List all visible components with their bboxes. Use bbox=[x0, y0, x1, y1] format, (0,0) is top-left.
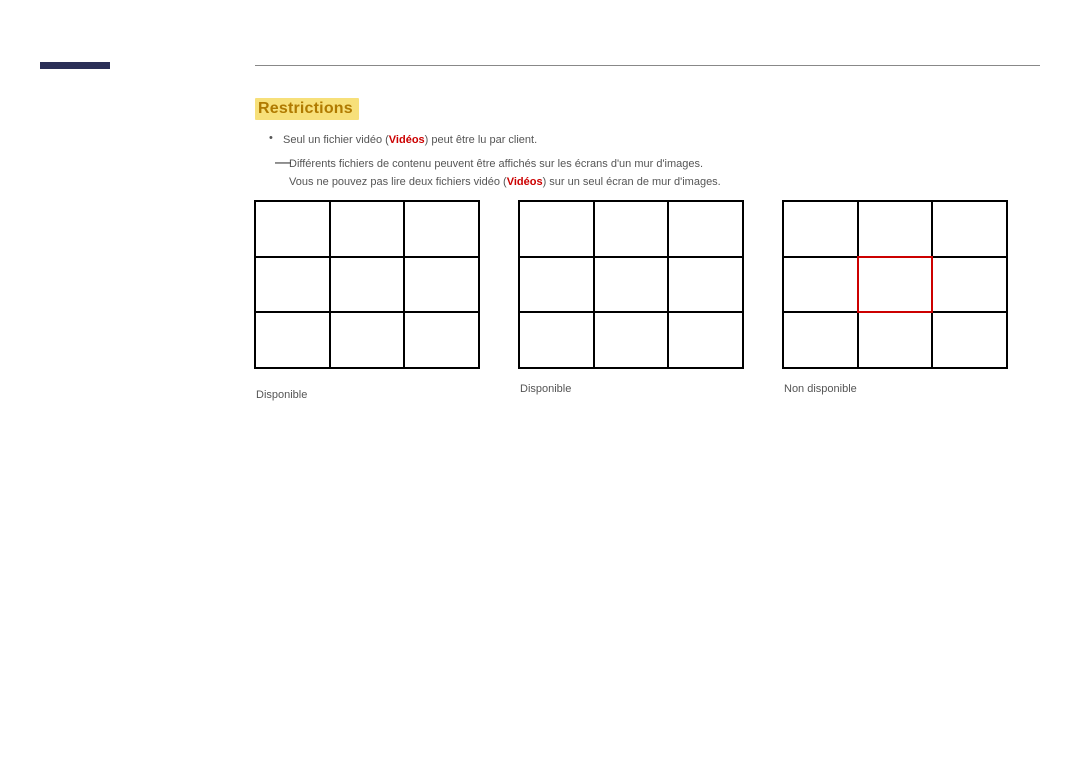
grid-3 bbox=[782, 200, 1008, 369]
grid-cell bbox=[933, 313, 1006, 367]
grid-cell-highlight bbox=[857, 256, 934, 314]
bullet-text: Seul un fichier vidéo (Vidéos) peut être… bbox=[283, 132, 537, 149]
grid-3-wrap: Non disponible bbox=[782, 200, 1008, 401]
grid-cell bbox=[520, 313, 593, 367]
videos-highlight-2: Vidéos bbox=[507, 176, 543, 188]
dash-line-2-b: ) sur un seul écran de mur d'images. bbox=[543, 176, 721, 188]
videos-highlight: Vidéos bbox=[389, 134, 425, 146]
section-heading: Restrictions bbox=[255, 98, 359, 120]
grid-cell bbox=[859, 313, 932, 367]
content-block: Restrictions • Seul un fichier vidéo (Vi… bbox=[255, 98, 1035, 192]
grid-cell bbox=[520, 202, 593, 256]
grid-cell bbox=[331, 202, 404, 256]
grid-1-caption: Disponible bbox=[256, 389, 480, 401]
grid-cell bbox=[669, 202, 742, 256]
bullet-text-part-a: Seul un fichier vidéo ( bbox=[283, 134, 389, 146]
dash-line-2-a: Vous ne pouvez pas lire deux fichiers vi… bbox=[289, 176, 507, 188]
grid-cell bbox=[669, 258, 742, 312]
grid-cell bbox=[331, 258, 404, 312]
grid-2 bbox=[518, 200, 744, 369]
grid-cell bbox=[933, 258, 1006, 312]
grid-1-wrap: Disponible bbox=[254, 200, 480, 401]
grid-cell bbox=[256, 258, 329, 312]
dash-line-2: Vous ne pouvez pas lire deux fichiers vi… bbox=[289, 173, 1035, 192]
grid-cell bbox=[256, 202, 329, 256]
bullet-dot-icon: • bbox=[269, 132, 283, 144]
bullet-item: • Seul un fichier vidéo (Vidéos) peut êt… bbox=[269, 132, 1035, 149]
grid-cell bbox=[595, 258, 668, 312]
header-rule bbox=[255, 65, 1040, 66]
bullet-text-part-b: ) peut être lu par client. bbox=[425, 134, 538, 146]
grid-1 bbox=[254, 200, 480, 369]
grid-2-caption: Disponible bbox=[520, 383, 744, 395]
dash-sub-item: ― Différents fichiers de contenu peuvent… bbox=[289, 155, 1035, 192]
grid-cell bbox=[595, 313, 668, 367]
grid-cell bbox=[520, 258, 593, 312]
grid-cell bbox=[784, 313, 857, 367]
grid-cell bbox=[859, 202, 932, 256]
grid-cell bbox=[933, 202, 1006, 256]
grid-cell bbox=[256, 313, 329, 367]
grid-3-caption: Non disponible bbox=[784, 383, 1008, 395]
dash-line-1: Différents fichiers de contenu peuvent ê… bbox=[289, 155, 1035, 174]
grid-cell bbox=[595, 202, 668, 256]
grid-cell bbox=[669, 313, 742, 367]
grid-cell bbox=[784, 202, 857, 256]
grid-cell bbox=[784, 258, 857, 312]
grid-cell bbox=[405, 202, 478, 256]
grid-cell bbox=[405, 313, 478, 367]
dash-icon: ― bbox=[275, 155, 291, 171]
header-accent-bar bbox=[40, 62, 110, 69]
grid-cell bbox=[405, 258, 478, 312]
grid-cell bbox=[331, 313, 404, 367]
grid-2-wrap: Disponible bbox=[518, 200, 744, 401]
grids-row: Disponible Disponible Non dispon bbox=[254, 200, 1008, 401]
